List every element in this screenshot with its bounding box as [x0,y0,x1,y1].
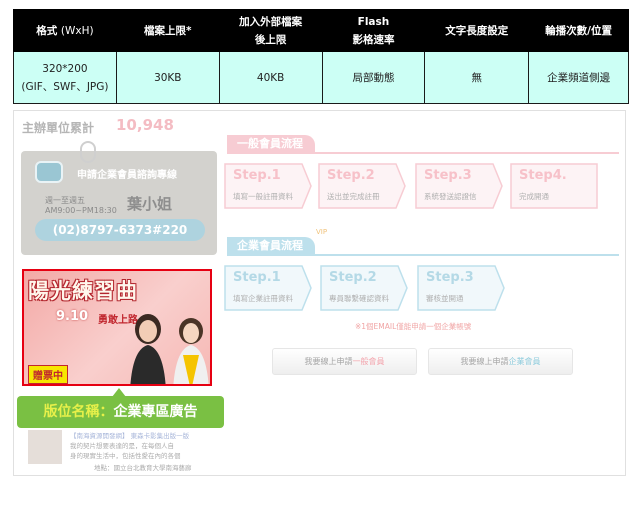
contact-phone: (02)8797-6373#220 [35,219,205,241]
general-step-4: Step4. 完成開通 [510,163,598,209]
page-preview: 主辦單位累計 10,948 申請企業會員諮詢專線 週一至週五 AM9:00~PM… [13,110,626,476]
cell-rotation: 企業頻道側邊 [528,51,629,104]
telephone-icon [35,161,63,183]
news-text-1: 我的契片想要表達的是，在每個人自 [70,442,174,450]
news-text-2: 身的現實生活中，包括性愛在內的各個 [70,452,181,460]
enterprise-flow-heading: 企業會員流程 [227,237,315,255]
header-external-limit: 加入外部檔案 後上限 [218,9,323,52]
ad-badge: 贈票中 [28,365,68,384]
ad-banner[interactable]: 陽光練習曲 9.10 勇敢上路 贈票中 [22,269,212,386]
ad-person-right-image [173,318,209,384]
general-flow-heading: 一般會員流程 [227,135,315,153]
contact-name: 葉小姐 [127,195,173,213]
general-step-3: Step.3 系統發送認證信 [415,163,503,209]
placement-label: 版位名稱：企業專區廣告 [17,396,224,428]
cell-flash-rate: 局部動態 [321,51,426,104]
news-item[interactable]: 【南海資源開發網】 東森卡影集出版一版 我的契片想要表達的是，在每個人自 身的現… [24,428,219,475]
news-thumbnail [28,430,62,464]
ad-title: 陽光練習曲 [28,278,138,303]
general-step-1: Step.1 填寫一般註冊資料 [224,163,312,209]
news-location: 地點：國立台北教育大學南海藝廊 [94,464,192,472]
enterprise-flow-rule [227,254,619,256]
header-rotation: 輪播次數/位置 [528,9,629,52]
enterprise-step-1: Step.1 填寫企業註冊資料 [224,265,312,311]
contact-hours-days: 週一至週五 [45,196,85,205]
general-step-2: Step.2 送出並完成註冊 [318,163,406,209]
apply-enterprise-member-button[interactable]: 我要線上申請企業會員 [428,348,573,375]
organizer-count-label: 主辦單位累計 [22,121,95,135]
header-format: 格式 (WxH) [13,9,117,52]
header-file-limit: 檔案上限* [115,9,220,52]
header-text-length: 文字長度設定 [424,9,530,52]
ad-date: 9.10 [56,309,89,324]
ad-person-left-image [130,314,166,384]
cell-external-limit: 40KB [218,51,323,104]
news-headline[interactable]: 【南海資源開發網】 東森卡影集出版一版 [70,430,189,440]
contact-card[interactable]: 申請企業會員諮詢專線 週一至週五 AM9:00~PM18:30 葉小姐 (02)… [21,151,217,255]
cell-text-length: 無 [424,51,530,104]
cell-file-limit: 30KB [115,51,220,104]
spec-header-row: 格式 (WxH) 檔案上限* 加入外部檔案 後上限 Flash 影格速率 文字長度設… [13,9,629,52]
organizer-count-value: 10,948 [116,116,174,134]
general-flow-rule [227,152,619,154]
vip-label: VIP [316,228,328,236]
contact-hours-time: AM9:00~PM18:30 [45,206,117,215]
spec-data-row: 320*200 (GIF、SWF、JPG) 30KB 40KB 局部動態 無 企業… [13,51,629,104]
header-flash-rate: Flash 影格速率 [321,9,426,52]
enterprise-step-2: Step.2 專員聯繫確認資料 [320,265,408,311]
enterprise-step-3: Step.3 審核並開通 [417,265,505,311]
cell-format: 320*200 (GIF、SWF、JPG) [13,51,117,104]
paperclip-icon [80,141,96,163]
spec-table: 格式 (WxH) 檔案上限* 加入外部檔案 後上限 Flash 影格速率 文字長度設… [13,9,629,104]
apply-general-member-button[interactable]: 我要線上申請一般會員 [272,348,417,375]
contact-title: 申請企業會員諮詢專線 [77,170,177,181]
email-note: ※1個EMAIL僅能申請一個企業帳號 [355,322,472,331]
